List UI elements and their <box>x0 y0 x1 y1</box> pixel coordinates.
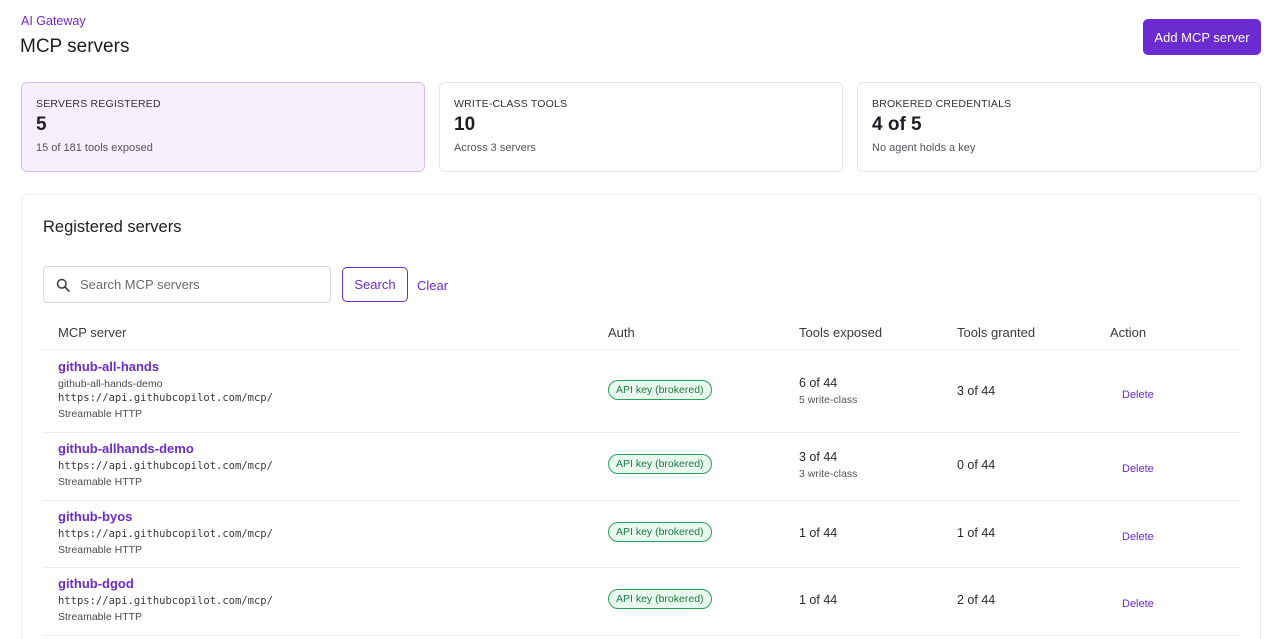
stat-card-brokered-credentials[interactable]: BROKERED CREDENTIALS 4 of 5 No agent hol… <box>857 82 1261 172</box>
action-cell: Delete <box>1122 385 1154 403</box>
search-icon <box>56 278 70 292</box>
server-url: https://api.githubcopilot.com/mcp/ <box>58 528 273 540</box>
tools-exposed-value: 3 of 44 <box>799 450 838 464</box>
auth-cell: API key (brokered) <box>608 380 712 400</box>
server-cell: github-allhands-demo https://api.githubc… <box>58 441 273 488</box>
action-cell: Delete <box>1122 459 1154 477</box>
server-url: https://api.githubcopilot.com/mcp/ <box>58 460 273 472</box>
registered-servers-panel: Registered servers Search Clear MCP serv… <box>21 194 1261 639</box>
tools-exposed-cell: 1 of 44 <box>799 526 837 540</box>
table-row: github-allhands-demo https://api.githubc… <box>43 433 1240 501</box>
table-row: github-byos https://api.githubcopilot.co… <box>43 501 1240 568</box>
server-cell: github-all-hands github-all-hands-demo h… <box>58 359 273 420</box>
column-header-mcp-server[interactable]: MCP server <box>58 325 126 340</box>
table-row: github-all-hands github-all-hands-demo h… <box>43 351 1240 433</box>
stat-card-servers-registered[interactable]: SERVERS REGISTERED 5 15 of 181 tools exp… <box>21 82 425 172</box>
stat-label: WRITE-CLASS TOOLS <box>454 98 568 110</box>
auth-cell: API key (brokered) <box>608 522 712 542</box>
delete-button[interactable]: Delete <box>1122 598 1154 610</box>
tools-granted-value: 3 of 44 <box>957 384 996 398</box>
tools-granted-cell: 0 of 44 <box>957 458 995 472</box>
tools-exposed-value: 1 of 44 <box>799 526 838 540</box>
tools-granted-value: 1 of 44 <box>957 526 996 540</box>
server-alias: github-all-hands-demo <box>58 378 163 390</box>
search-field[interactable] <box>43 266 331 303</box>
tools-granted-cell: 1 of 44 <box>957 526 995 540</box>
auth-badge: API key (brokered) <box>608 454 712 474</box>
search-input[interactable] <box>78 276 318 293</box>
stat-subtext: Across 3 servers <box>454 142 536 154</box>
tools-granted-value: 2 of 44 <box>957 593 996 607</box>
table-header: MCP server Auth Tools exposed Tools gran… <box>43 325 1240 350</box>
search-button[interactable]: Search <box>342 267 408 302</box>
server-cell: github-dgod https://api.githubcopilot.co… <box>58 576 273 623</box>
server-cell: github-byos https://api.githubcopilot.co… <box>58 509 273 556</box>
tools-granted-value: 0 of 44 <box>957 458 996 472</box>
auth-cell: API key (brokered) <box>608 589 712 609</box>
column-header-auth[interactable]: Auth <box>608 325 635 340</box>
page-title: MCP servers <box>20 36 130 57</box>
server-transport: Streamable HTTP <box>58 544 143 556</box>
tools-exposed-cell: 6 of 44 5 write-class <box>799 376 857 406</box>
action-cell: Delete <box>1122 527 1154 545</box>
write-class-count: 3 write-class <box>799 468 858 480</box>
column-header-action: Action <box>1110 325 1147 340</box>
auth-badge: API key (brokered) <box>608 522 712 542</box>
stat-value: 10 <box>454 114 476 135</box>
delete-button[interactable]: Delete <box>1122 463 1154 475</box>
column-header-tools-exposed[interactable]: Tools exposed <box>799 325 882 340</box>
auth-cell: API key (brokered) <box>608 454 712 474</box>
tools-granted-cell: 2 of 44 <box>957 593 995 607</box>
server-name-link[interactable]: github-byos <box>58 509 273 524</box>
auth-badge: API key (brokered) <box>608 380 712 400</box>
mcp-servers-page: AI Gateway MCP servers Add MCP server SE… <box>0 0 1275 639</box>
tools-exposed-value: 6 of 44 <box>799 376 838 390</box>
stat-subtext: 15 of 181 tools exposed <box>36 142 153 154</box>
tools-exposed-cell: 1 of 44 <box>799 593 837 607</box>
server-url: https://api.githubcopilot.com/mcp/ <box>58 392 273 404</box>
stat-subtext: No agent holds a key <box>872 142 976 154</box>
panel-title: Registered servers <box>43 218 182 236</box>
stat-value: 5 <box>36 114 47 135</box>
action-cell: Delete <box>1122 594 1154 612</box>
table-row: github-dgod https://api.githubcopilot.co… <box>43 568 1240 636</box>
stat-label: BROKERED CREDENTIALS <box>872 98 1012 110</box>
breadcrumb[interactable]: AI Gateway <box>21 14 86 28</box>
stat-card-write-class-tools[interactable]: WRITE-CLASS TOOLS 10 Across 3 servers <box>439 82 843 172</box>
server-transport: Streamable HTTP <box>58 611 143 623</box>
delete-button[interactable]: Delete <box>1122 389 1154 401</box>
write-class-count: 5 write-class <box>799 394 858 406</box>
server-transport: Streamable HTTP <box>58 476 143 488</box>
server-name-link[interactable]: github-all-hands <box>58 359 273 374</box>
stat-value: 4 of 5 <box>872 114 922 135</box>
server-transport: Streamable HTTP <box>58 408 143 420</box>
tools-exposed-value: 1 of 44 <box>799 593 838 607</box>
clear-link[interactable]: Clear <box>417 278 448 293</box>
server-url: https://api.githubcopilot.com/mcp/ <box>58 595 273 607</box>
column-header-tools-granted[interactable]: Tools granted <box>957 325 1035 340</box>
server-name-link[interactable]: github-allhands-demo <box>58 441 273 456</box>
add-mcp-server-button[interactable]: Add MCP server <box>1143 19 1261 55</box>
server-name-link[interactable]: github-dgod <box>58 576 273 591</box>
auth-badge: API key (brokered) <box>608 589 712 609</box>
tools-exposed-cell: 3 of 44 3 write-class <box>799 450 857 480</box>
tools-granted-cell: 3 of 44 <box>957 384 995 398</box>
delete-button[interactable]: Delete <box>1122 531 1154 543</box>
stat-label: SERVERS REGISTERED <box>36 98 161 110</box>
